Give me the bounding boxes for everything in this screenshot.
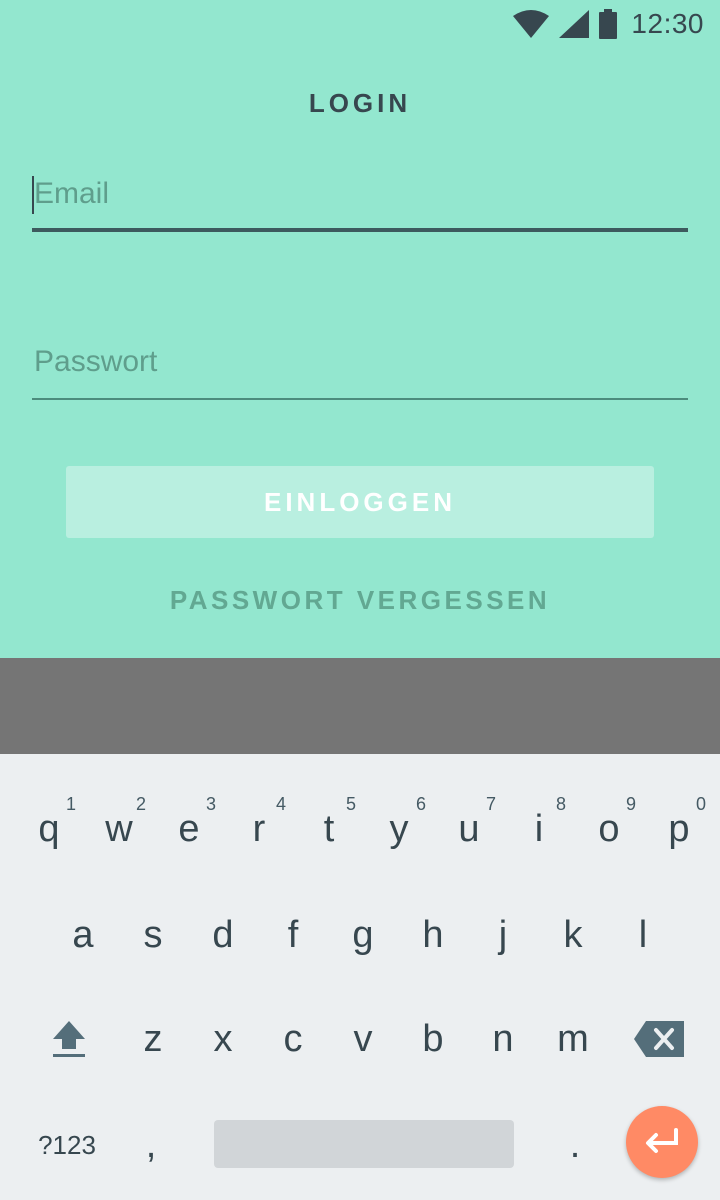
key-q[interactable]: q1 xyxy=(14,784,84,874)
key-z[interactable]: z xyxy=(118,994,188,1084)
key-f[interactable]: f xyxy=(258,890,328,980)
login-button[interactable]: EINLOGGEN xyxy=(66,466,654,538)
page-title: LOGIN xyxy=(308,88,412,118)
keyboard-row-1: q1w2e3r4t5y6u7i8o9p0 xyxy=(0,784,720,884)
keyboard-row-2: asdfghjkl xyxy=(0,890,720,990)
key-label: d xyxy=(212,913,234,956)
key-e[interactable]: e3 xyxy=(154,784,224,874)
key-label: y xyxy=(389,807,409,850)
key-c[interactable]: c xyxy=(258,994,328,1084)
key-label: g xyxy=(352,913,374,956)
key-d[interactable]: d xyxy=(188,890,258,980)
period-key[interactable]: . xyxy=(540,1100,610,1190)
key-l[interactable]: l xyxy=(608,890,678,980)
key-label: e xyxy=(178,807,200,850)
email-field[interactable] xyxy=(32,170,688,218)
key-h[interactable]: h xyxy=(398,890,468,980)
key-a[interactable]: a xyxy=(48,890,118,980)
key-number-hint: 1 xyxy=(65,794,76,814)
email-field-container xyxy=(32,170,688,232)
key-label: w xyxy=(105,807,133,850)
password-field-underline xyxy=(32,398,688,400)
key-s[interactable]: s xyxy=(118,890,188,980)
key-label: q xyxy=(38,807,60,850)
key-label: l xyxy=(638,913,648,956)
key-label: k xyxy=(563,913,583,956)
key-label: a xyxy=(72,913,94,956)
status-icons: 12:30 xyxy=(513,8,704,40)
password-field-container xyxy=(32,338,688,400)
password-field[interactable] xyxy=(32,338,688,386)
key-label: v xyxy=(353,1017,373,1060)
key-x[interactable]: x xyxy=(188,994,258,1084)
keyboard-dim-band xyxy=(0,658,720,754)
key-m[interactable]: m xyxy=(538,994,608,1084)
enter-icon xyxy=(646,1128,678,1153)
key-number-hint: 8 xyxy=(555,794,566,814)
key-w[interactable]: w2 xyxy=(84,784,154,874)
status-time: 12:30 xyxy=(631,8,704,39)
key-label: f xyxy=(287,913,299,956)
key-t[interactable]: t5 xyxy=(294,784,364,874)
key-b[interactable]: b xyxy=(398,994,468,1084)
key-p[interactable]: p0 xyxy=(644,784,714,874)
key-label: b xyxy=(422,1017,444,1060)
shift-icon xyxy=(53,1021,85,1057)
key-label: n xyxy=(492,1017,514,1060)
shift-key[interactable] xyxy=(34,994,104,1084)
key-label: z xyxy=(143,1017,163,1060)
login-screen: 12:30 LOGIN EINLOGGEN PASSWORT VERGESSEN xyxy=(0,0,720,658)
wifi-icon xyxy=(513,10,550,38)
forgot-password-link[interactable]: PASSWORT VERGESSEN xyxy=(0,585,720,616)
key-r[interactable]: r4 xyxy=(224,784,294,874)
key-i[interactable]: i8 xyxy=(504,784,574,874)
key-k[interactable]: k xyxy=(538,890,608,980)
key-label: j xyxy=(498,913,508,956)
email-field-underline xyxy=(32,228,688,232)
key-label: x xyxy=(213,1017,233,1060)
status-bar: 12:30 xyxy=(0,0,720,48)
cell-signal-icon xyxy=(559,10,590,38)
backspace-key[interactable] xyxy=(624,994,694,1084)
key-number-hint: 0 xyxy=(695,794,706,814)
key-label: s xyxy=(143,913,163,956)
key-y[interactable]: y6 xyxy=(364,784,434,874)
key-number-hint: 7 xyxy=(485,794,496,814)
text-caret xyxy=(32,176,34,214)
key-g[interactable]: g xyxy=(328,890,398,980)
soft-keyboard: q1w2e3r4t5y6u7i8o9p0 asdfghjkl zxcvbnm ?… xyxy=(0,754,720,1200)
battery-icon xyxy=(599,9,618,39)
keyboard-row-4: ?123 , . xyxy=(0,1100,720,1200)
key-number-hint: 2 xyxy=(135,794,146,814)
key-label: m xyxy=(557,1017,589,1060)
key-v[interactable]: v xyxy=(328,994,398,1084)
comma-key[interactable]: , xyxy=(116,1100,186,1190)
key-number-hint: 5 xyxy=(345,794,356,814)
key-number-hint: 3 xyxy=(205,794,216,814)
key-label: t xyxy=(323,807,335,850)
enter-key[interactable] xyxy=(626,1106,698,1178)
key-label: c xyxy=(283,1017,303,1060)
key-label: u xyxy=(458,807,480,850)
space-key[interactable] xyxy=(214,1120,514,1168)
symbols-key[interactable]: ?123 xyxy=(22,1100,112,1190)
key-label: r xyxy=(252,807,266,850)
key-u[interactable]: u7 xyxy=(434,784,504,874)
key-number-hint: 4 xyxy=(275,794,286,814)
key-number-hint: 9 xyxy=(625,794,636,814)
key-o[interactable]: o9 xyxy=(574,784,644,874)
keyboard-row-3: z x c v b nm xyxy=(0,994,720,1094)
key-number-hint: 6 xyxy=(415,794,426,814)
key-label: i xyxy=(534,807,544,850)
key-n[interactable]: n xyxy=(468,994,538,1084)
key-label: o xyxy=(598,807,620,850)
key-label: h xyxy=(422,913,444,956)
backspace-icon xyxy=(634,1021,684,1057)
key-j[interactable]: j xyxy=(468,890,538,980)
key-label: p xyxy=(668,807,690,850)
